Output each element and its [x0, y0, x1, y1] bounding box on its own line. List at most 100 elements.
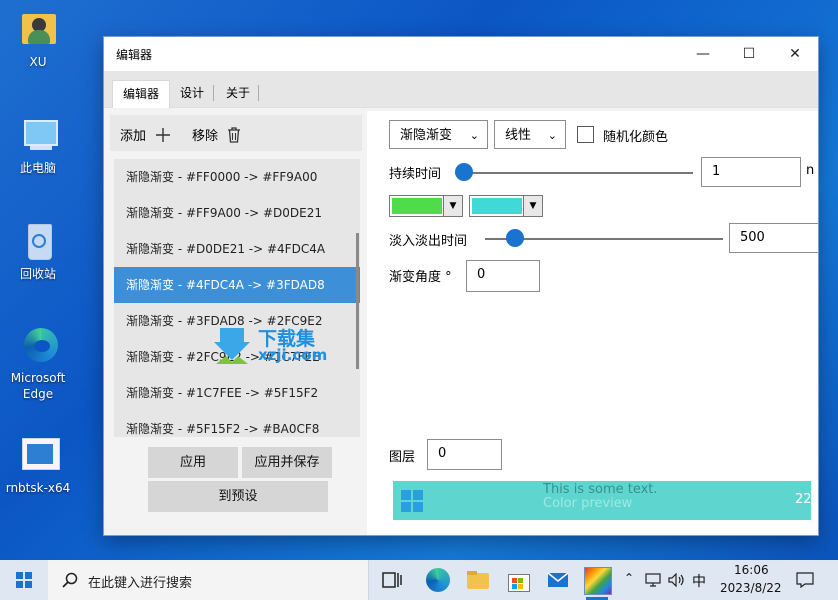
randomize-colors-label: 随机化颜色 [603, 130, 669, 145]
close-button[interactable]: ✕ [772, 37, 818, 71]
recycle-bin-icon [16, 222, 60, 262]
fade-time-input[interactable]: 500 [729, 223, 818, 253]
remove-label: 移除 [192, 129, 219, 144]
add-button[interactable]: 添加 [120, 125, 172, 144]
volume-icon[interactable] [668, 573, 686, 587]
desktop-icon-label-line1: Microsoft [10, 371, 66, 385]
fade-slider-thumb[interactable] [506, 229, 524, 247]
start-button[interactable] [0, 560, 48, 600]
trash-icon [228, 126, 241, 143]
preview-number: 22 [795, 492, 812, 507]
notification-icon[interactable] [796, 572, 814, 588]
download-arrow-icon [214, 328, 250, 364]
list-item-selected[interactable]: 渐隐渐变 - #4FDC4A -> #3FDAD8 [114, 267, 360, 303]
start-color-swatch [392, 198, 442, 214]
desktop-icon-label: 回收站 [19, 267, 56, 281]
clock-date[interactable]: 2023/8/22 [720, 581, 782, 595]
user-folder-icon [16, 10, 60, 50]
rgb-app-icon[interactable] [584, 567, 612, 595]
close-icon: ✕ [789, 46, 801, 62]
windows-logo-icon [401, 490, 423, 512]
color-preview: This is some text. Color preview 22 [393, 481, 812, 520]
file-explorer-icon[interactable] [466, 568, 490, 592]
duration-label: 持续时间 [389, 167, 442, 182]
chevron-down-icon: ▼ [443, 196, 462, 216]
tab-editor[interactable]: 编辑器 [112, 80, 171, 108]
duration-input[interactable]: 1 [701, 157, 801, 187]
randomize-colors-checkbox[interactable] [577, 126, 594, 143]
edge-icon [16, 326, 60, 366]
layer-label: 图层 [389, 450, 416, 465]
interpolation-value: 线性 [505, 128, 532, 143]
computer-icon [16, 116, 60, 156]
desktop-icon-edge[interactable]: Microsoft Edge [4, 326, 72, 402]
desktop-icon-rnbtsk[interactable]: rnbtsk-x64 [4, 436, 72, 496]
list-item[interactable]: 渐隐渐变 - #5F15F2 -> #BA0CF8 [114, 411, 360, 437]
tray-chevron-up-icon[interactable]: ⌃ [624, 571, 634, 585]
end-color-swatch [472, 198, 522, 214]
list-item[interactable]: 渐隐渐变 - #D0DE21 -> #4FDC4A [114, 231, 360, 267]
duration-slider-thumb[interactable] [455, 163, 473, 181]
desktop-icon-user[interactable]: XU [4, 10, 72, 70]
chevron-down-icon: ▼ [523, 196, 542, 216]
ime-indicator[interactable]: 中 [692, 571, 706, 591]
layer-input[interactable]: 0 [427, 439, 502, 470]
preview-subtext: Color preview [543, 496, 633, 511]
desktop-icon-this-pc[interactable]: 此电脑 [4, 116, 72, 176]
add-label: 添加 [120, 129, 147, 144]
mail-icon[interactable] [546, 568, 570, 592]
minimize-button[interactable]: — [680, 37, 726, 71]
taskbar-search-box[interactable]: 在此键入进行搜索 [48, 560, 369, 600]
search-icon [62, 572, 78, 588]
start-color-picker[interactable]: ▼ [389, 195, 463, 217]
edge-taskbar-icon[interactable] [426, 568, 450, 592]
apply-button[interactable]: 应用 [148, 447, 238, 478]
editor-window: 编辑器 — ☐ ✕ 编辑器 设计 关于 添加 移除 渐隐渐变 - #FF0000… [104, 37, 818, 535]
tab-divider [258, 85, 259, 101]
list-scrollbar[interactable] [356, 233, 359, 369]
clock-time[interactable]: 16:06 [734, 563, 769, 577]
list-item[interactable]: 渐隐渐变 - #FF0000 -> #FF9A00 [114, 159, 360, 195]
watermark-en: xzji.com [258, 346, 328, 364]
task-view-icon[interactable] [380, 568, 404, 592]
tab-about[interactable]: 关于 [216, 80, 260, 107]
chevron-down-icon: ⌄ [547, 129, 557, 142]
apply-save-button[interactable]: 应用并保存 [242, 447, 332, 478]
desktop-icon-label: rnbtsk-x64 [5, 481, 71, 495]
taskbar: 在此键入进行搜索 ⌃ 中 16:06 2023/8/22 [0, 560, 838, 600]
fade-time-label: 淡入淡出时间 [389, 234, 468, 249]
desktop-icon-recycle-bin[interactable]: 回收站 [4, 222, 72, 282]
tab-strip: 编辑器 设计 关于 [104, 71, 818, 108]
plus-icon [156, 127, 171, 142]
desktop-icon-label: XU [29, 55, 47, 69]
minimize-icon: — [696, 46, 710, 62]
interpolation-select[interactable]: 线性 ⌄ [494, 120, 566, 149]
list-item[interactable]: 渐隐渐变 - #FF9A00 -> #D0DE21 [114, 195, 360, 231]
preview-text: This is some text. [543, 482, 658, 497]
end-color-picker[interactable]: ▼ [469, 195, 543, 217]
app-window-icon [16, 436, 60, 476]
chevron-down-icon: ⌄ [469, 129, 479, 142]
maximize-icon: ☐ [742, 46, 756, 62]
window-title: 编辑器 [116, 48, 153, 62]
remove-button[interactable]: 移除 [192, 125, 242, 144]
duration-slider-track[interactable] [455, 172, 693, 174]
effect-type-value: 渐隐渐变 [400, 128, 453, 143]
tab-design[interactable]: 设计 [170, 80, 214, 107]
effect-settings-pane: 渐隐渐变 ⌄ 线性 ⌄ 随机化颜色 持续时间 1 n ▼ ▼ 淡入淡出时间 50… [367, 111, 818, 535]
list-item[interactable]: 渐隐渐变 - #1C7FEE -> #5F15F2 [114, 375, 360, 411]
network-icon[interactable] [645, 573, 661, 587]
effect-type-select[interactable]: 渐隐渐变 ⌄ [389, 120, 488, 149]
search-placeholder: 在此键入进行搜索 [88, 576, 193, 591]
desktop-icon-label: 此电脑 [19, 161, 56, 175]
tab-divider [213, 85, 214, 101]
title-bar: 编辑器 — ☐ ✕ [104, 37, 818, 71]
store-icon[interactable] [506, 568, 530, 592]
maximize-button[interactable]: ☐ [726, 37, 772, 71]
windows-start-icon [16, 572, 32, 588]
to-preset-button[interactable]: 到预设 [148, 481, 328, 512]
effects-pane: 添加 移除 渐隐渐变 - #FF0000 -> #FF9A00 渐隐渐变 - #… [108, 111, 364, 531]
effects-toolbar: 添加 移除 [110, 115, 362, 151]
effects-list[interactable]: 渐隐渐变 - #FF0000 -> #FF9A00 渐隐渐变 - #FF9A00… [114, 159, 360, 437]
gradient-angle-input[interactable]: 0 [466, 260, 540, 292]
